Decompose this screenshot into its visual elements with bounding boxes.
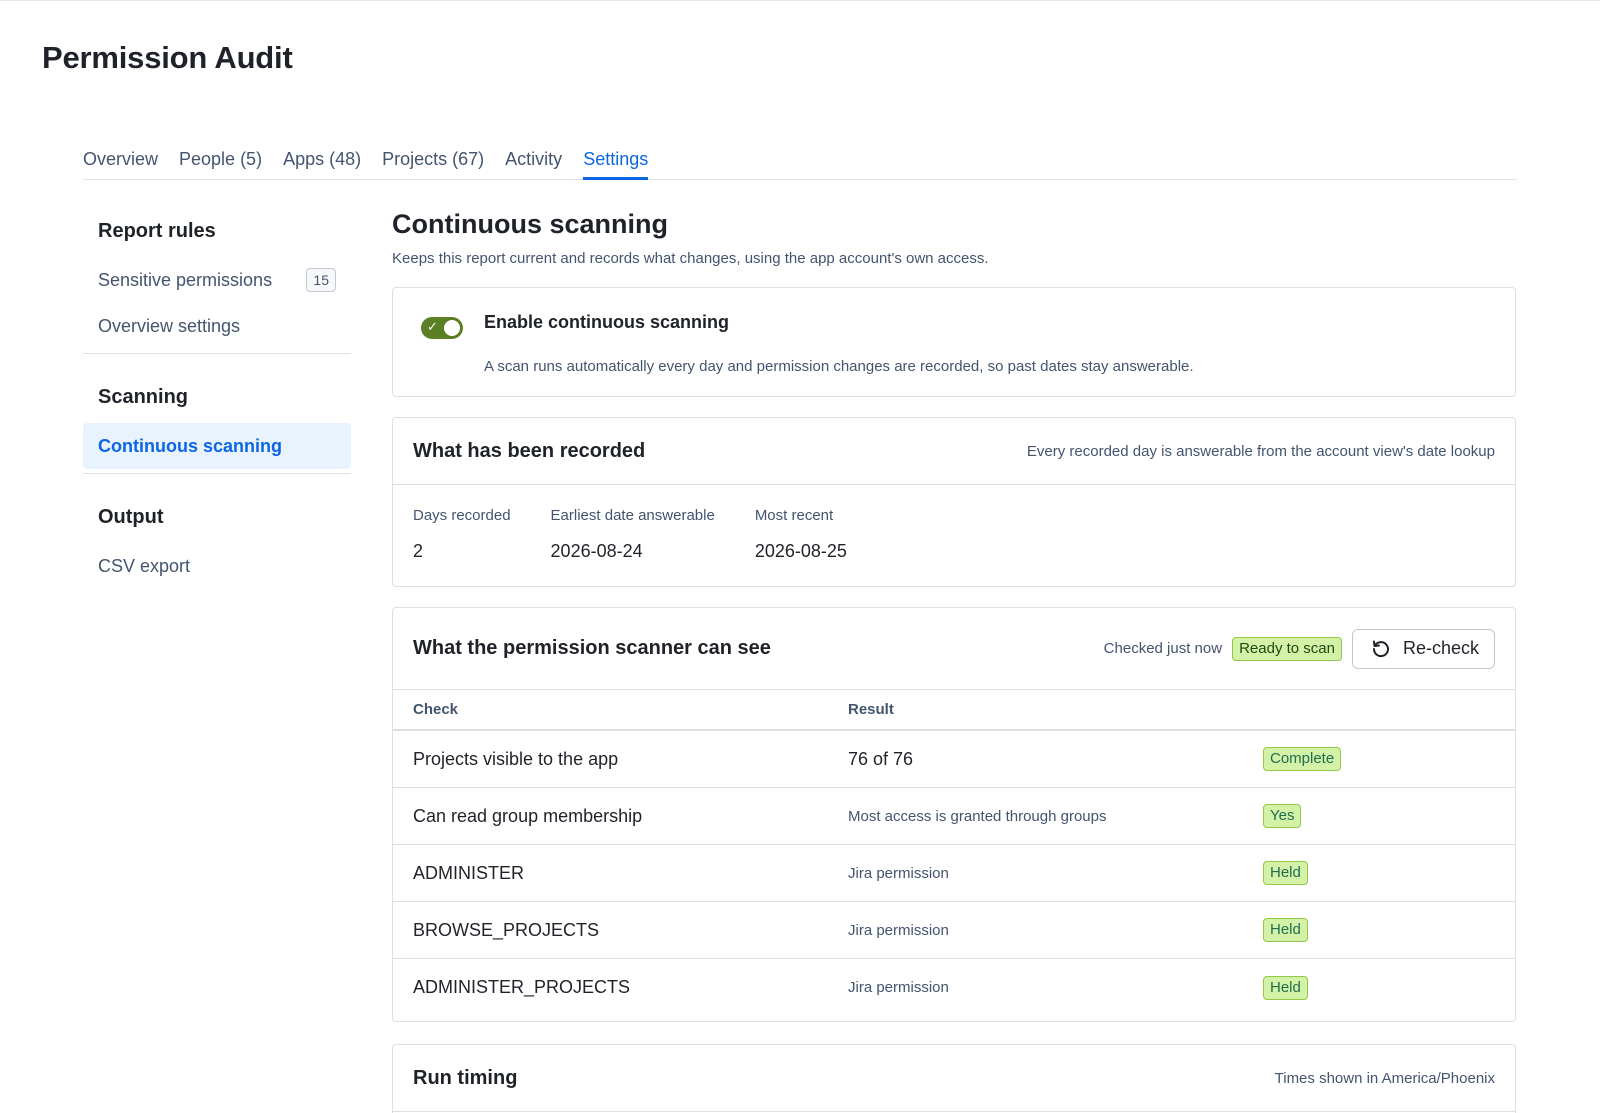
status-badge: Yes [1263,804,1302,828]
stat-value: 2026-08-25 [754,541,847,561]
sidebar-group-report-rules: Report rules Sensitive permissions 15 Ov… [83,200,351,354]
page-title: Permission Audit [42,40,293,75]
table-row: Can read group membership Most access is… [393,788,1515,845]
stat-most-recent: Most recent 2026-08-25 [755,507,847,562]
tab-overview[interactable]: Overview [83,143,158,180]
status-badge: Held [1263,861,1308,885]
recorded-stats: Days recorded 2 Earliest date answerable… [393,485,1515,562]
result-cell: Most access is granted through groups [848,807,1107,825]
column-header-check: Check [413,701,459,718]
section-title: Continuous scanning [392,209,668,239]
continuous-scanning-toggle[interactable]: ✓ [421,317,463,339]
sidebar-item-label: Continuous scanning [98,436,282,456]
card-header: What the permission scanner can see Chec… [393,608,1515,690]
check-icon: ✓ [427,319,438,334]
check-cell: ADMINISTER [413,862,525,883]
tab-activity[interactable]: Activity [505,143,562,180]
card-title: What the permission scanner can see [413,637,771,659]
card-note: Every recorded day is answerable from th… [1026,442,1495,460]
sidebar-group-output: Output CSV export [83,486,351,593]
table-row: ADMINISTER_PROJECTS Jira permission Held [393,959,1515,1016]
recheck-button[interactable]: Re-check [1351,628,1495,669]
tab-people[interactable]: People (5) [179,143,262,180]
sidebar-heading: Output [98,506,164,528]
stat-value: 2 [413,541,424,561]
status-badge: Complete [1263,747,1342,771]
table-row: ADMINISTER Jira permission Held [393,845,1515,902]
stat-label: Days recorded [413,507,511,524]
settings-sidebar: Report rules Sensitive permissions 15 Ov… [83,200,351,605]
status-badge: Ready to scan [1232,636,1342,661]
checked-timestamp: Checked just now [1103,640,1223,657]
sidebar-item-continuous-scanning[interactable]: Continuous scanning [83,423,351,469]
toggle-label: Enable continuous scanning [484,312,730,332]
toggle-knob [444,320,460,336]
table-row: BROWSE_PROJECTS Jira permission Held [393,902,1515,959]
sidebar-item-csv-export[interactable]: CSV export [83,543,351,589]
sidebar-item-label: CSV export [98,556,191,576]
enable-scanning-card: ✓ Enable continuous scanning A scan runs… [392,287,1516,397]
section-subtitle: Keeps this report current and records wh… [392,250,989,267]
result-cell: 76 of 76 [848,748,914,769]
check-cell: ADMINISTER_PROJECTS [413,977,631,997]
table-row: Projects visible to the app 76 of 76 Com… [393,731,1515,788]
top-border [0,0,1600,1]
check-cell: Projects visible to the app [413,748,619,769]
settings-content: Continuous scanning Keeps this report cu… [392,200,1516,1113]
toggle-description: A scan runs automatically every day and … [484,358,1194,375]
status-badge: Held [1263,918,1308,942]
sidebar-item-label: Overview settings [98,316,241,336]
table-header: Check Result [393,690,1515,731]
tab-bar: Overview People (5) Apps (48) Projects (… [83,143,1517,180]
run-timing-card: Run timing Times shown in America/Phoeni… [392,1044,1516,1113]
sidebar-heading: Scanning [98,386,189,408]
card-title: Run timing [413,1066,518,1089]
button-label: Re-check [1402,638,1479,658]
tab-apps[interactable]: Apps (48) [283,143,361,180]
sidebar-item-label: Sensitive permissions [98,270,273,290]
result-cell: Jira permission [848,921,949,939]
scanner-visibility-card: What the permission scanner can see Chec… [392,607,1516,1022]
recorded-card: What has been recorded Every recorded da… [392,417,1516,587]
count-badge: 15 [306,268,336,292]
tab-projects[interactable]: Projects (67) [382,143,484,180]
column-header-result: Result [848,701,894,718]
stat-value: 2026-08-24 [550,541,643,561]
check-cell: BROWSE_PROJECTS [413,919,600,940]
sidebar-heading: Report rules [98,220,216,242]
card-header: What has been recorded Every recorded da… [393,418,1515,485]
sidebar-item-sensitive-permissions[interactable]: Sensitive permissions 15 [83,257,351,303]
stat-label: Earliest date answerable [550,507,715,524]
stat-label: Most recent [754,507,834,524]
result-cell: Jira permission [848,979,949,996]
sidebar-item-overview-settings[interactable]: Overview settings [83,303,351,349]
card-note: Times shown in America/Phoenix [1274,1069,1495,1087]
scanner-status-area: Checked just now Ready to scan Re-check [1103,628,1495,669]
check-cell: Can read group membership [413,805,643,826]
card-title: What has been recorded [413,439,646,462]
sidebar-group-scanning: Scanning Continuous scanning [83,366,351,474]
status-badge: Held [1263,975,1308,1000]
card-header: Run timing Times shown in America/Phoeni… [393,1045,1515,1112]
stat-earliest-date: Earliest date answerable 2026-08-24 [551,507,715,562]
refresh-icon [1372,640,1389,657]
result-cell: Jira permission [848,864,949,882]
tab-settings[interactable]: Settings [583,143,649,180]
stat-days-recorded: Days recorded 2 [413,507,511,562]
